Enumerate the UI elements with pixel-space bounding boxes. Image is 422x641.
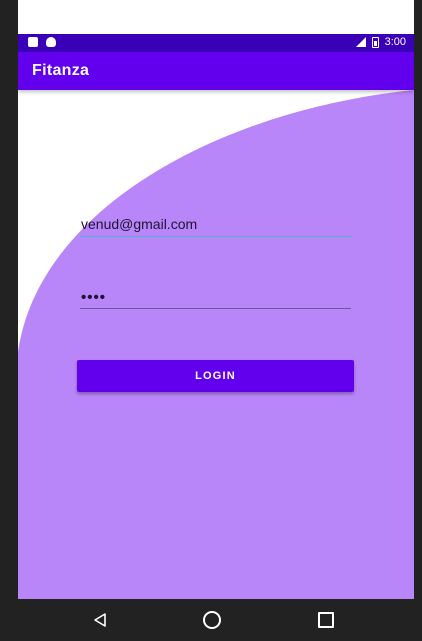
status-time: 3:00 (384, 36, 406, 48)
android-icon (46, 37, 56, 47)
password-value: •••• (81, 289, 107, 306)
right-bezel (414, 0, 422, 641)
back-icon[interactable] (92, 612, 108, 628)
battery-icon (371, 36, 379, 48)
login-button[interactable]: LOGIN (77, 360, 354, 392)
status-right-icons: 3:00 (355, 36, 406, 48)
purple-curve-background (18, 90, 414, 599)
email-field[interactable]: venud@gmail.com (80, 210, 351, 237)
email-value: venud@gmail.com (81, 216, 198, 232)
app-title: Fitanza (32, 62, 90, 79)
left-bezel (0, 0, 18, 641)
status-left-icons (28, 37, 56, 47)
login-content: venud@gmail.com •••• LOGIN (18, 90, 414, 599)
status-bar: 3:00 (18, 34, 414, 52)
lte-signal-icon (355, 37, 366, 47)
navigation-bar (0, 599, 422, 641)
device-frame: 3:00 Fitanza venud@gmail.com •••• LOGIN (0, 0, 422, 641)
recents-icon[interactable] (318, 612, 334, 628)
app-bar: Fitanza (18, 52, 414, 90)
home-icon[interactable] (203, 611, 221, 629)
sd-card-icon (28, 37, 38, 47)
screen: 3:00 Fitanza venud@gmail.com •••• LOGIN (18, 34, 414, 599)
password-field[interactable]: •••• (80, 282, 351, 309)
top-bezel (0, 0, 422, 34)
